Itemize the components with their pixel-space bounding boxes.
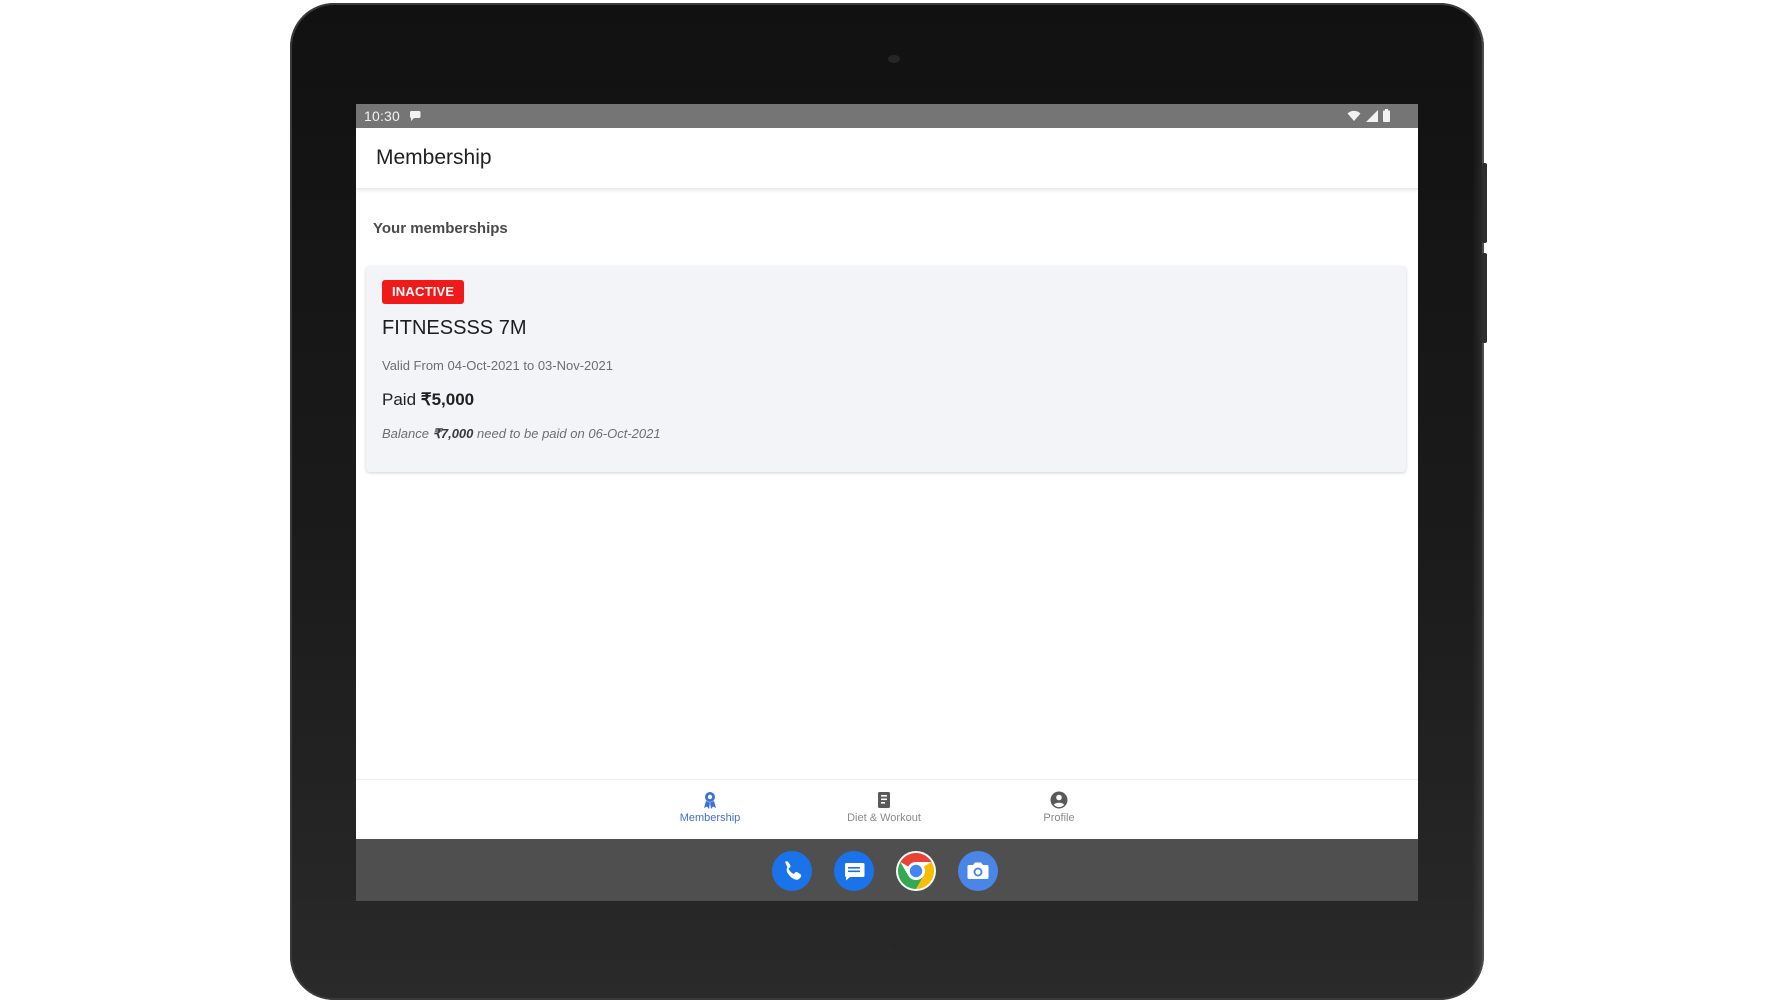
plan-name: FITNESSSS 7M — [382, 317, 527, 339]
nav-item-profile[interactable]: Profile — [994, 790, 1124, 824]
battery-icon — [1383, 109, 1390, 122]
membership-card[interactable]: INACTIVE FITNESSSS 7M Valid From 04-Oct-… — [366, 266, 1406, 472]
messages-icon — [834, 851, 874, 891]
screen: 10:30 Membership Your memberships INACTI… — [356, 104, 1418, 901]
status-time: 10:30 — [364, 108, 401, 124]
paid-amount-row: Paid ₹5,000 — [382, 390, 474, 410]
chrome-icon — [896, 851, 936, 891]
app-bar: Membership — [356, 128, 1418, 189]
phone-icon — [772, 851, 812, 891]
status-bar: 10:30 — [356, 104, 1418, 128]
chrome-app[interactable] — [896, 851, 936, 891]
volume-button — [1482, 163, 1487, 243]
paid-amount: ₹5,000 — [420, 390, 475, 409]
stage: 10:30 Membership Your memberships INACTI… — [0, 0, 1778, 1000]
phone-app[interactable] — [772, 851, 812, 891]
home-sensor — [890, 943, 898, 947]
status-badge: INACTIVE — [382, 280, 465, 304]
validity-dates: Valid From 04-Oct-2021 to 03-Nov-2021 — [382, 358, 613, 373]
balance-prefix: Balance — [382, 426, 433, 441]
paid-label: Paid — [382, 390, 421, 409]
messages-app[interactable] — [834, 851, 874, 891]
launcher-dock — [356, 839, 1418, 901]
front-camera — [888, 55, 900, 63]
camera-app[interactable] — [958, 851, 998, 891]
balance-note: Balance ₹7,000 need to be paid on 06-Oct… — [382, 426, 661, 442]
wifi-icon — [1347, 110, 1361, 121]
status-icons — [1347, 109, 1390, 122]
notification-icon — [409, 111, 421, 121]
balance-suffix: need to be paid on 06-Oct-2021 — [473, 426, 661, 441]
nav-label-profile: Profile — [1043, 812, 1075, 824]
section-heading: Your memberships — [373, 220, 508, 237]
account-circle-icon — [1050, 791, 1068, 809]
power-button — [1482, 253, 1487, 343]
cellular-icon — [1366, 109, 1378, 122]
membership-badge-icon — [704, 792, 716, 809]
camera-icon — [958, 851, 998, 891]
frame-sheen — [1472, 3, 1484, 1000]
nav-item-membership[interactable]: Membership — [645, 790, 775, 824]
nav-label-membership: Membership — [679, 812, 741, 824]
page-title: Membership — [376, 146, 492, 169]
bottom-navigation: Membership Diet & Workout Profile — [356, 779, 1418, 840]
clipboard-icon — [878, 792, 890, 808]
nav-item-diet-workout[interactable]: Diet & Workout — [819, 790, 949, 824]
balance-amount: ₹7,000 — [432, 426, 474, 441]
nav-label-diet-workout: Diet & Workout — [847, 812, 921, 824]
